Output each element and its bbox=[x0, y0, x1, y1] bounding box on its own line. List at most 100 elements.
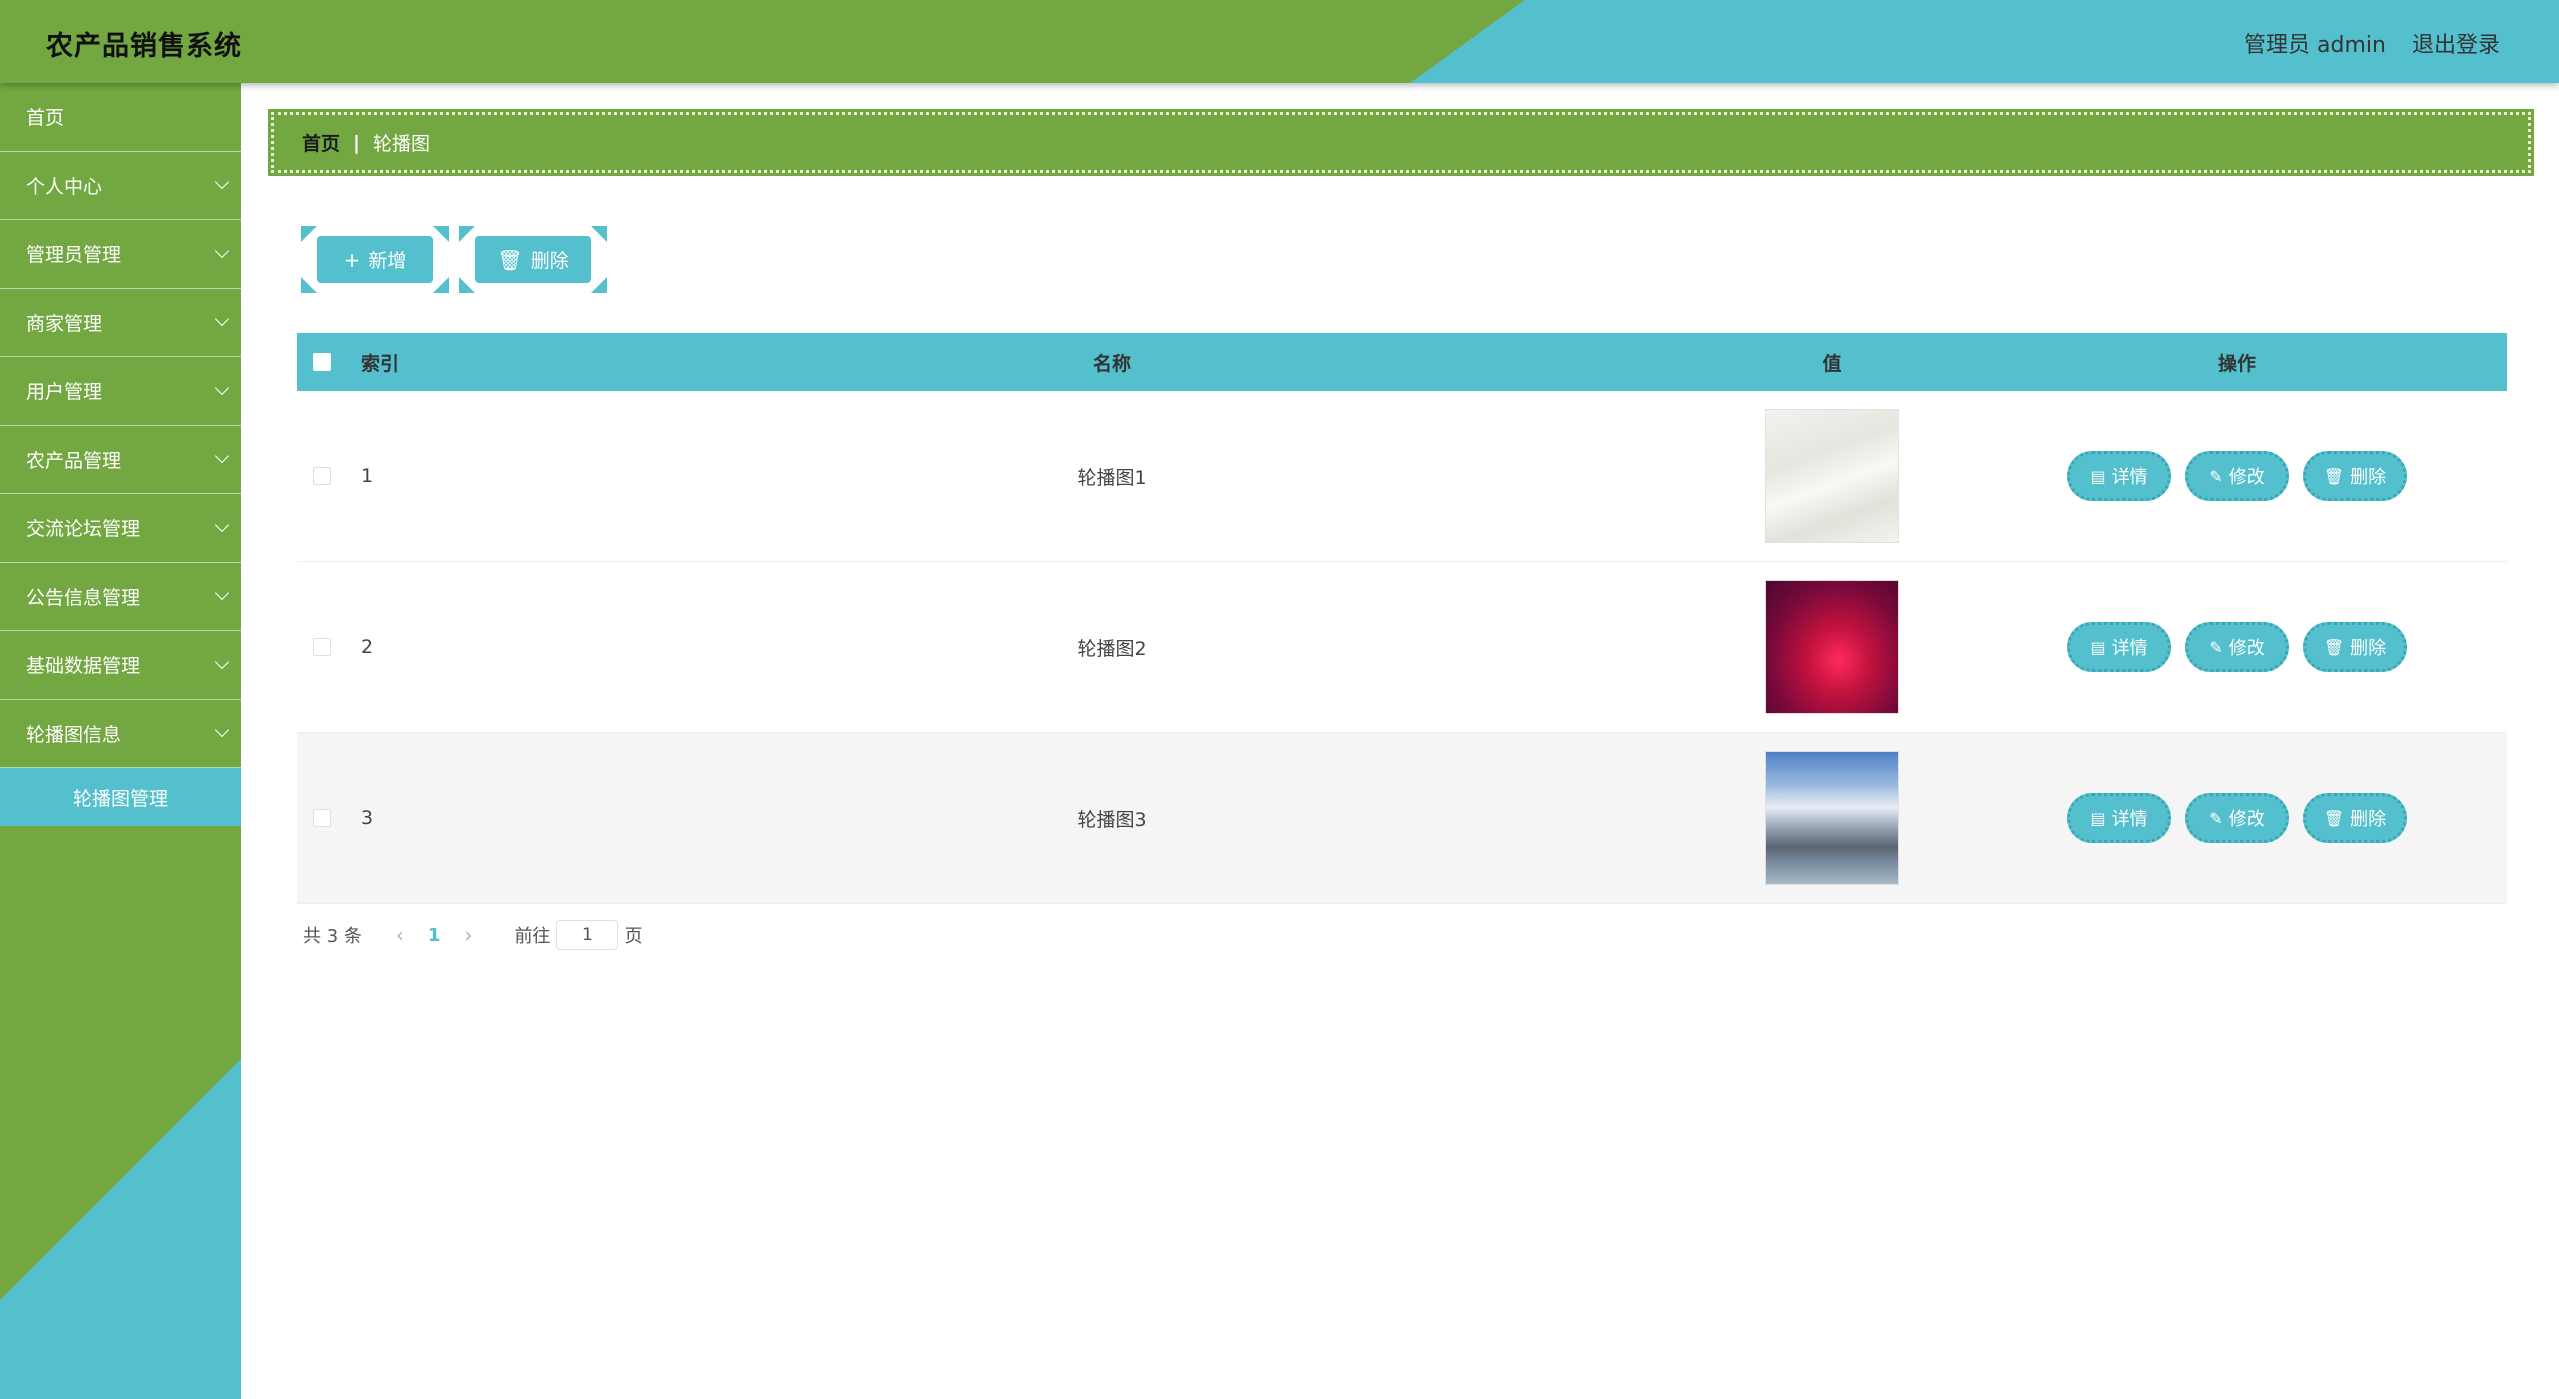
chevron-left-icon[interactable]: ‹ bbox=[396, 923, 404, 947]
sidebar-item-forum-management[interactable]: 交流论坛管理 bbox=[0, 494, 241, 563]
button-decoration bbox=[433, 226, 449, 242]
sidebar-item-label: 农产品管理 bbox=[26, 449, 122, 472]
delete-button[interactable]: 🗑 删除 bbox=[2303, 622, 2407, 672]
header-name: 名称 bbox=[1092, 352, 1131, 375]
batch-delete-button-label: 删除 bbox=[530, 250, 569, 272]
logout-link[interactable]: 退出登录 bbox=[2412, 27, 2500, 59]
edit-button[interactable]: ✎ 修改 bbox=[2185, 622, 2289, 672]
sidebar-item-label: 交流论坛管理 bbox=[26, 518, 141, 541]
chevron-right-icon[interactable]: › bbox=[464, 923, 472, 947]
header-decoration bbox=[1410, 0, 2559, 83]
carousel-image-thumbnail[interactable] bbox=[1765, 580, 1899, 714]
document-icon: ▤ bbox=[2090, 808, 2106, 828]
sidebar-subitem-carousel-management[interactable]: 轮播图管理 bbox=[0, 768, 241, 826]
button-decoration bbox=[591, 277, 607, 293]
chevron-down-icon bbox=[214, 175, 230, 190]
delete-button[interactable]: 🗑 删除 bbox=[2303, 451, 2407, 501]
sidebar-item-label: 轮播图信息 bbox=[26, 723, 122, 746]
delete-label: 删除 bbox=[2350, 809, 2387, 830]
sidebar-item-personal-center[interactable]: 个人中心 bbox=[0, 152, 241, 220]
row-name: 轮播图3 bbox=[1077, 808, 1147, 831]
chevron-down-icon bbox=[214, 243, 230, 258]
pencil-icon: ✎ bbox=[2209, 466, 2223, 486]
chevron-down-icon bbox=[214, 723, 230, 738]
breadcrumb-separator: | bbox=[353, 131, 360, 154]
current-user: 管理员 admin bbox=[2244, 33, 2386, 58]
button-decoration bbox=[459, 226, 475, 242]
detail-label: 详情 bbox=[2111, 809, 2148, 830]
sidebar: 首页 个人中心 管理员管理 商家管理 用户管理 农产品管理 交流论坛管理 公告信… bbox=[0, 83, 241, 1399]
edit-label: 修改 bbox=[2228, 467, 2265, 488]
detail-button[interactable]: ▤ 详情 bbox=[2067, 451, 2171, 501]
trash-icon: 🗑 bbox=[2323, 808, 2345, 828]
add-button[interactable]: + 新增 bbox=[301, 226, 449, 293]
trash-icon: 🗑 bbox=[2323, 466, 2345, 486]
header-index: 索引 bbox=[361, 352, 400, 375]
app-title: 农产品销售系统 bbox=[46, 31, 242, 62]
chevron-down-icon bbox=[214, 449, 230, 464]
chevron-down-icon bbox=[214, 380, 230, 395]
trash-icon: 🗑 bbox=[497, 247, 523, 272]
carousel-table: 索引 名称 值 操作 1 轮播图1 ▤ 详情 ✎ 修改 🗑 删除 2 轮播图2 ▤ 详情… bbox=[297, 333, 2507, 904]
sidebar-item-notice-management[interactable]: 公告信息管理 bbox=[0, 563, 241, 631]
header-value: 值 bbox=[1822, 352, 1842, 375]
carousel-image-thumbnail[interactable] bbox=[1765, 751, 1899, 885]
sidebar-item-label: 公告信息管理 bbox=[26, 586, 141, 609]
table-row: 2 轮播图2 ▤ 详情 ✎ 修改 🗑 删除 bbox=[297, 562, 2507, 733]
delete-button[interactable]: 🗑 删除 bbox=[2303, 793, 2407, 843]
edit-label: 修改 bbox=[2228, 809, 2265, 830]
sidebar-decoration bbox=[0, 1059, 241, 1399]
row-index: 3 bbox=[361, 807, 374, 829]
pagination-page[interactable]: 1 bbox=[428, 925, 441, 946]
select-all-checkbox[interactable] bbox=[313, 353, 331, 371]
sidebar-item-label: 用户管理 bbox=[26, 381, 103, 404]
sidebar-item-label: 商家管理 bbox=[26, 312, 103, 335]
sidebar-item-home[interactable]: 首页 bbox=[0, 83, 241, 152]
button-decoration bbox=[433, 277, 449, 293]
edit-button[interactable]: ✎ 修改 bbox=[2185, 793, 2289, 843]
add-button-label: 新增 bbox=[368, 250, 407, 272]
table-row: 3 轮播图3 ▤ 详情 ✎ 修改 🗑 删除 bbox=[297, 733, 2507, 904]
button-decoration bbox=[301, 226, 317, 242]
row-index: 2 bbox=[361, 636, 374, 658]
top-header: 农产品销售系统 管理员 admin 退出登录 bbox=[0, 0, 2559, 83]
button-decoration bbox=[459, 277, 475, 293]
pagination-goto-label: 前往 bbox=[514, 926, 551, 947]
edit-label: 修改 bbox=[2228, 638, 2265, 659]
delete-label: 删除 bbox=[2350, 638, 2387, 659]
row-checkbox[interactable] bbox=[313, 638, 331, 656]
pagination-page-input[interactable] bbox=[556, 920, 619, 950]
button-decoration bbox=[301, 277, 317, 293]
breadcrumb-home[interactable]: 首页 bbox=[302, 129, 340, 156]
header-ops: 操作 bbox=[2217, 352, 2256, 375]
row-checkbox[interactable] bbox=[313, 809, 331, 827]
carousel-image-thumbnail[interactable] bbox=[1765, 409, 1899, 543]
sidebar-item-admin-management[interactable]: 管理员管理 bbox=[0, 220, 241, 289]
chevron-down-icon bbox=[214, 312, 230, 327]
document-icon: ▤ bbox=[2090, 637, 2106, 657]
plus-icon: + bbox=[343, 247, 361, 272]
trash-icon: 🗑 bbox=[2323, 637, 2345, 657]
detail-button[interactable]: ▤ 详情 bbox=[2067, 622, 2171, 672]
detail-button[interactable]: ▤ 详情 bbox=[2067, 793, 2171, 843]
batch-delete-button[interactable]: 🗑 删除 bbox=[459, 226, 607, 293]
pagination-page-suffix: 页 bbox=[624, 926, 643, 947]
breadcrumb: 首页 | 轮播图 bbox=[268, 109, 2534, 176]
chevron-down-icon bbox=[214, 654, 230, 669]
row-checkbox[interactable] bbox=[313, 467, 331, 485]
edit-button[interactable]: ✎ 修改 bbox=[2185, 451, 2289, 501]
sidebar-item-label: 首页 bbox=[26, 107, 65, 130]
detail-label: 详情 bbox=[2111, 638, 2148, 659]
sidebar-item-carousel-info[interactable]: 轮播图信息 bbox=[0, 700, 241, 768]
button-decoration bbox=[591, 226, 607, 242]
sidebar-item-label: 个人中心 bbox=[26, 175, 103, 198]
sidebar-item-merchant-management[interactable]: 商家管理 bbox=[0, 289, 241, 357]
pagination-total: 共 3 条 bbox=[303, 926, 362, 947]
sidebar-item-label: 基础数据管理 bbox=[26, 655, 141, 678]
table-row: 1 轮播图1 ▤ 详情 ✎ 修改 🗑 删除 bbox=[297, 391, 2507, 562]
sidebar-item-base-data-management[interactable]: 基础数据管理 bbox=[0, 631, 241, 700]
table-header: 索引 名称 值 操作 bbox=[297, 333, 2507, 391]
sidebar-item-user-management[interactable]: 用户管理 bbox=[0, 357, 241, 426]
row-index: 1 bbox=[361, 465, 374, 487]
sidebar-item-product-management[interactable]: 农产品管理 bbox=[0, 426, 241, 494]
